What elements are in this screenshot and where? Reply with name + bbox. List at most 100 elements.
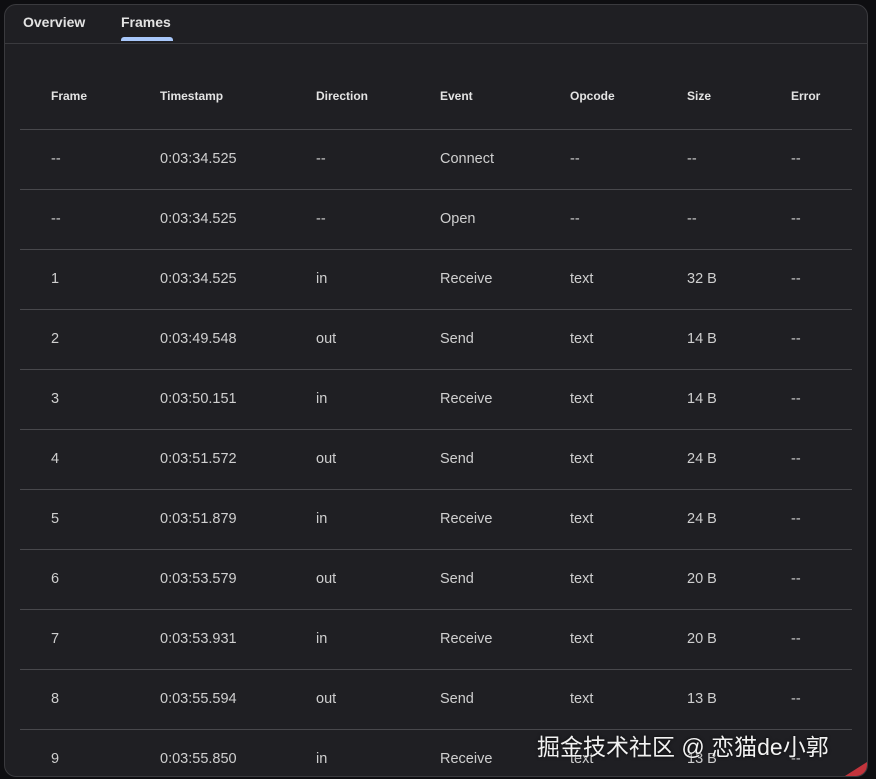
- cell-frame: 2: [51, 331, 60, 347]
- table-header: Frame Timestamp Direction Event Opcode S…: [20, 61, 852, 130]
- cell-error: --: [791, 571, 801, 587]
- cell-direction: out: [316, 331, 337, 347]
- table-row[interactable]: 8 0:03:55.594 out Send text 13 B --: [20, 670, 852, 730]
- cell-timestamp: 0:03:53.579: [160, 571, 237, 587]
- cell-opcode: text: [570, 391, 594, 407]
- cell-event: Connect: [440, 151, 495, 167]
- cell-direction: in: [316, 751, 328, 767]
- tab-frames[interactable]: Frames: [121, 14, 171, 30]
- cell-direction: out: [316, 451, 337, 467]
- cell-direction: in: [316, 511, 328, 527]
- cell-size: 32 B: [687, 271, 717, 287]
- table-row[interactable]: 5 0:03:51.879 in Receive text 24 B --: [20, 490, 852, 550]
- cell-timestamp: 0:03:34.525: [160, 211, 237, 227]
- cell-opcode: text: [570, 511, 594, 527]
- table-row[interactable]: 2 0:03:49.548 out Send text 14 B --: [20, 310, 852, 370]
- tab-bar: Overview Frames: [5, 5, 867, 44]
- table-row[interactable]: -- 0:03:34.525 -- Connect -- -- --: [20, 130, 852, 190]
- column-header-timestamp[interactable]: Timestamp: [160, 89, 223, 103]
- cell-event: Receive: [440, 751, 493, 767]
- table-row[interactable]: 3 0:03:50.151 in Receive text 14 B --: [20, 370, 852, 430]
- cell-direction: in: [316, 391, 328, 407]
- column-header-direction[interactable]: Direction: [316, 89, 368, 103]
- cell-direction: in: [316, 271, 328, 287]
- table-body: -- 0:03:34.525 -- Connect -- -- -- -- 0:03:34.52…: [20, 130, 852, 776]
- cell-size: 24 B: [687, 451, 717, 467]
- table-row[interactable]: 7 0:03:53.931 in Receive text 20 B --: [20, 610, 852, 670]
- column-header-size[interactable]: Size: [687, 89, 711, 103]
- cell-opcode: text: [570, 631, 594, 647]
- cell-event: Receive: [440, 511, 493, 527]
- cell-frame: --: [51, 151, 61, 167]
- tab-overview[interactable]: Overview: [23, 14, 85, 30]
- cell-direction: in: [316, 631, 328, 647]
- cell-event: Receive: [440, 391, 493, 407]
- cell-error: --: [791, 451, 801, 467]
- cell-opcode: text: [570, 451, 594, 467]
- cell-size: --: [687, 151, 697, 167]
- cell-event: Send: [440, 691, 474, 707]
- cell-frame: 5: [51, 511, 60, 527]
- cell-timestamp: 0:03:34.525: [160, 151, 237, 167]
- cell-size: 13 B: [687, 691, 717, 707]
- cell-timestamp: 0:03:49.548: [160, 331, 237, 347]
- cell-timestamp: 0:03:51.879: [160, 511, 237, 527]
- cell-frame: 9: [51, 751, 60, 767]
- column-header-error[interactable]: Error: [791, 89, 820, 103]
- table-row[interactable]: 1 0:03:34.525 in Receive text 32 B --: [20, 250, 852, 310]
- cell-opcode: text: [570, 691, 594, 707]
- cell-size: 24 B: [687, 511, 717, 527]
- cell-error: --: [791, 391, 801, 407]
- websocket-frames-panel: Overview Frames Frame Timestamp Directio…: [4, 4, 868, 777]
- cell-timestamp: 0:03:55.594: [160, 691, 237, 707]
- cell-timestamp: 0:03:51.572: [160, 451, 237, 467]
- cell-frame: 8: [51, 691, 60, 707]
- cell-size: --: [687, 211, 697, 227]
- frames-table: Frame Timestamp Direction Event Opcode S…: [20, 61, 852, 776]
- cell-event: Send: [440, 451, 474, 467]
- cell-error: --: [791, 691, 801, 707]
- watermark-text: 掘金技术社区 @ 恋猫de小郭: [537, 734, 829, 760]
- cell-direction: --: [316, 151, 326, 167]
- cell-opcode: text: [570, 271, 594, 287]
- cell-event: Receive: [440, 271, 493, 287]
- cell-opcode: text: [570, 571, 594, 587]
- cell-frame: --: [51, 211, 61, 227]
- cell-error: --: [791, 271, 801, 287]
- corner-badge: [845, 762, 867, 776]
- cell-frame: 7: [51, 631, 60, 647]
- cell-frame: 1: [51, 271, 60, 287]
- cell-frame: 6: [51, 571, 60, 587]
- cell-size: 20 B: [687, 631, 717, 647]
- column-header-opcode[interactable]: Opcode: [570, 89, 615, 103]
- cell-frame: 3: [51, 391, 60, 407]
- cell-direction: --: [316, 211, 326, 227]
- cell-size: 20 B: [687, 571, 717, 587]
- cell-error: --: [791, 211, 801, 227]
- column-header-event[interactable]: Event: [440, 89, 473, 103]
- cell-opcode: text: [570, 331, 594, 347]
- cell-timestamp: 0:03:55.850: [160, 751, 237, 767]
- cell-event: Send: [440, 331, 474, 347]
- cell-frame: 4: [51, 451, 60, 467]
- cell-opcode: --: [570, 211, 580, 227]
- active-tab-indicator: [121, 37, 173, 41]
- column-header-frame[interactable]: Frame: [51, 89, 87, 103]
- cell-event: Receive: [440, 631, 493, 647]
- cell-event: Send: [440, 571, 474, 587]
- cell-error: --: [791, 151, 801, 167]
- cell-direction: out: [316, 571, 337, 587]
- cell-event: Open: [440, 211, 476, 227]
- cell-timestamp: 0:03:53.931: [160, 631, 237, 647]
- cell-direction: out: [316, 691, 337, 707]
- cell-error: --: [791, 331, 801, 347]
- table-row[interactable]: 6 0:03:53.579 out Send text 20 B --: [20, 550, 852, 610]
- cell-opcode: --: [570, 151, 580, 167]
- cell-error: --: [791, 511, 801, 527]
- table-row[interactable]: 4 0:03:51.572 out Send text 24 B --: [20, 430, 852, 490]
- cell-size: 14 B: [687, 391, 717, 407]
- table-row[interactable]: -- 0:03:34.525 -- Open -- -- --: [20, 190, 852, 250]
- cell-timestamp: 0:03:50.151: [160, 391, 237, 407]
- cell-timestamp: 0:03:34.525: [160, 271, 237, 287]
- cell-size: 14 B: [687, 331, 717, 347]
